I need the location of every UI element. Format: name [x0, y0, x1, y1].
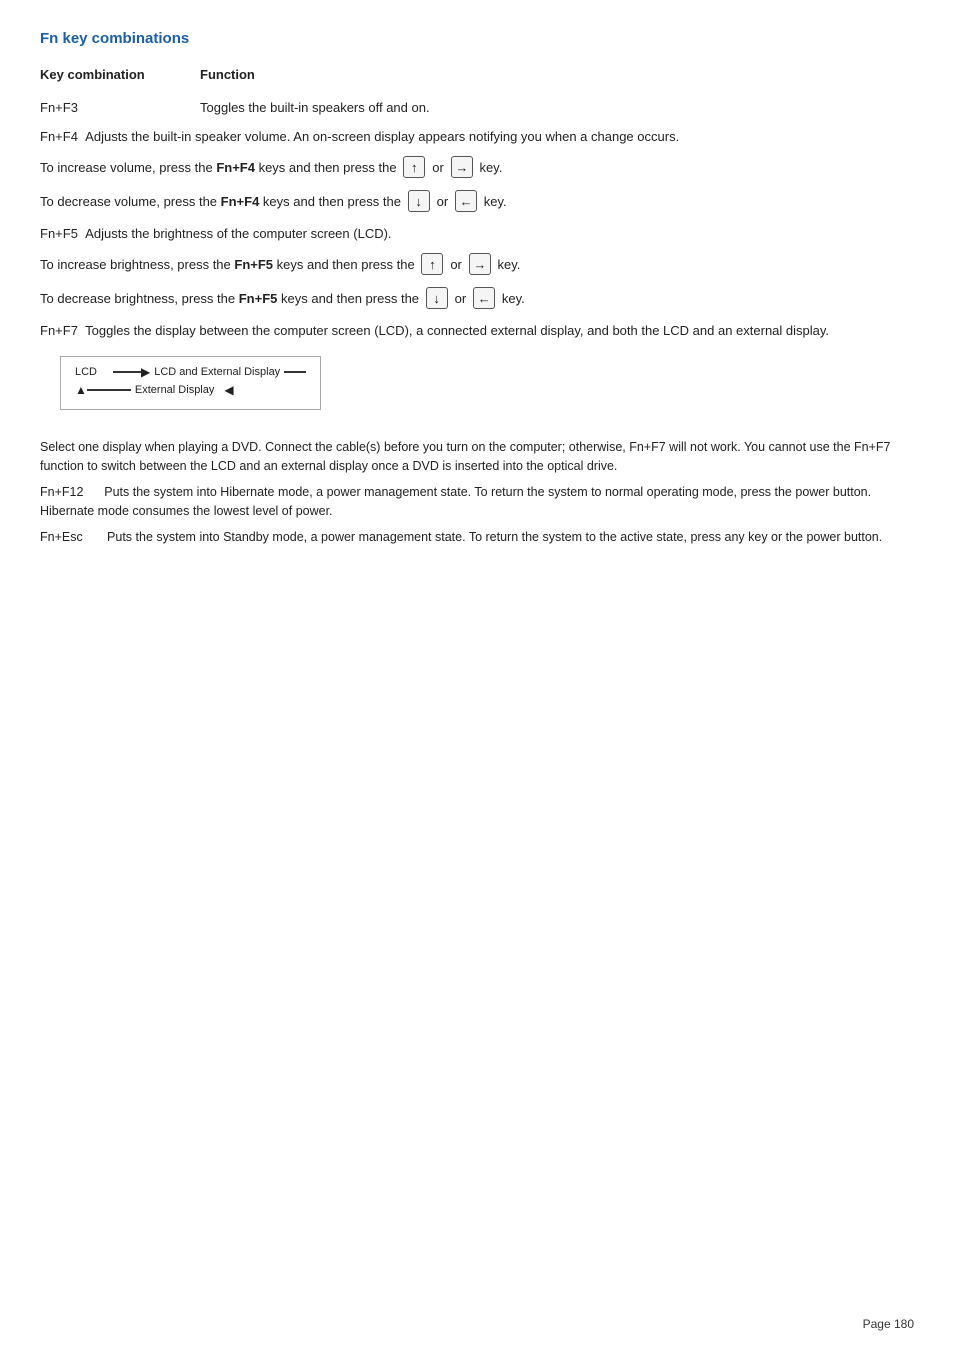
key-text-4: key. — [502, 291, 525, 306]
fn-f5-increase-text: To increase brightness, press the Fn+F5 … — [40, 257, 415, 272]
lcd-and-ext-label: LCD and External Display — [154, 366, 280, 378]
fn-f3-key: Fn+F3 — [40, 100, 200, 115]
fn-f5-decrease-row: To decrease brightness, press the Fn+F5 … — [40, 287, 914, 309]
or-text-1: or — [432, 160, 444, 175]
key-text-1: key. — [479, 160, 502, 175]
select-dvd-content: Select one display when playing a DVD. C… — [40, 440, 890, 473]
header-function: Function — [200, 67, 255, 82]
line-1 — [113, 371, 141, 373]
ext-display-label: External Display — [135, 384, 214, 396]
or-text-3: or — [450, 257, 462, 272]
fn-f5-key: Fn+F5 — [40, 226, 85, 241]
fn-f4-description: Adjusts the built-in speaker volume. An … — [85, 129, 679, 144]
fn-esc-row: Fn+Esc Puts the system into Standby mode… — [40, 528, 914, 547]
fn-f4-decrease-row: To decrease volume, press the Fn+F4 keys… — [40, 190, 914, 212]
or-text-2: or — [437, 194, 449, 209]
or-text-4: or — [455, 291, 467, 306]
right-arrow-icon: → — [451, 156, 473, 178]
lcd-diagram-row1: LCD ▶ LCD and External Display — [75, 365, 306, 379]
arrow-left-diag: ◀ — [224, 383, 233, 397]
fn-f7-description: Toggles the display between the computer… — [85, 323, 829, 338]
arrow-right-1: ▶ — [141, 365, 150, 379]
line-3 — [87, 389, 131, 391]
page-number: Page 180 — [863, 1317, 914, 1331]
header-row: Key combination Function — [40, 67, 914, 82]
fn-f3-section: Fn+F3 Toggles the built-in speakers off … — [40, 100, 914, 115]
fn-f12-row: Fn+F12 Puts the system into Hibernate mo… — [40, 483, 914, 522]
page-title: Fn key combinations — [40, 30, 914, 47]
fn-f7-section: Fn+F7 Toggles the display between the co… — [40, 323, 914, 424]
fn-f12-key: Fn+F12 — [40, 485, 104, 499]
fn-esc-key: Fn+Esc — [40, 530, 107, 544]
up-arrow-icon: ↑ — [403, 156, 425, 178]
key-text-2: key. — [484, 194, 507, 209]
fn-f3-row: Fn+F3 Toggles the built-in speakers off … — [40, 100, 914, 115]
fn-f5-increase-row: To increase brightness, press the Fn+F5 … — [40, 253, 914, 275]
right-arrow-icon-2: → — [469, 253, 491, 275]
fn-f5-description: Adjusts the brightness of the computer s… — [85, 226, 391, 241]
fn-f5-section: Fn+F5 Adjusts the brightness of the comp… — [40, 226, 914, 309]
fn-f12-description: Puts the system into Hibernate mode, a p… — [40, 485, 871, 518]
lcd-diagram-row2: ▲ External Display ◀ — [75, 383, 306, 397]
fn-f4-key: Fn+F4 — [40, 129, 85, 144]
key-text-3: key. — [498, 257, 521, 272]
lcd-label: LCD — [75, 366, 113, 378]
header-key-combination: Key combination — [40, 67, 200, 82]
left-arrow-icon-2: ← — [473, 287, 495, 309]
fn-f7-key: Fn+F7 — [40, 323, 85, 338]
fn-f4-section: Fn+F4 Adjusts the built-in speaker volum… — [40, 129, 914, 212]
fn-f7-desc-row: Fn+F7 Toggles the display between the co… — [40, 323, 914, 338]
line-2 — [284, 371, 306, 373]
fn-f4-increase-text: To increase volume, press the Fn+F4 keys… — [40, 160, 397, 175]
fn-f3-description: Toggles the built-in speakers off and on… — [200, 100, 914, 115]
arrow-up-diag: ▲ — [75, 383, 87, 397]
select-dvd-text: Select one display when playing a DVD. C… — [40, 438, 914, 477]
fn-f4-desc-row: Fn+F4 Adjusts the built-in speaker volum… — [40, 129, 914, 144]
down-arrow-icon-2: ↓ — [426, 287, 448, 309]
fn-f4-decrease-text: To decrease volume, press the Fn+F4 keys… — [40, 194, 401, 209]
fn-f5-desc-row: Fn+F5 Adjusts the brightness of the comp… — [40, 226, 914, 241]
fn-esc-description: Puts the system into Standby mode, a pow… — [107, 530, 882, 544]
fn-f5-decrease-text: To decrease brightness, press the Fn+F5 … — [40, 291, 419, 306]
lcd-diagram: LCD ▶ LCD and External Display ▲ Externa… — [60, 356, 321, 410]
fn-f4-increase-row: To increase volume, press the Fn+F4 keys… — [40, 156, 914, 178]
left-arrow-icon-1: ← — [455, 190, 477, 212]
down-arrow-icon-1: ↓ — [408, 190, 430, 212]
up-arrow-icon-2: ↑ — [421, 253, 443, 275]
